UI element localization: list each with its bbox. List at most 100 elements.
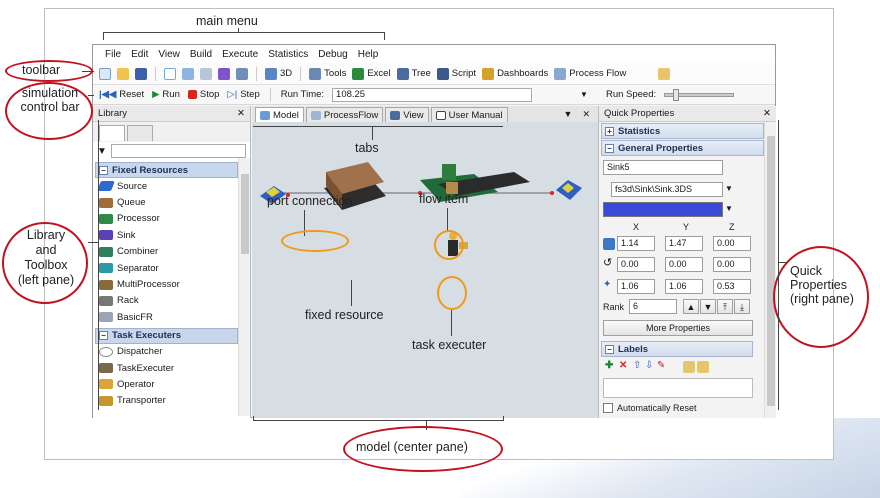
connect-icon[interactable] — [182, 67, 194, 80]
add-label-icon[interactable]: ✚ — [605, 360, 613, 371]
menu-help[interactable]: Help — [358, 49, 379, 60]
tree-button[interactable]: Tree — [396, 67, 431, 80]
color-icon[interactable] — [218, 67, 230, 80]
select-tool-icon[interactable] — [236, 67, 248, 80]
rotation-y-field[interactable]: 0.00 — [665, 257, 703, 272]
run-time-field[interactable]: 108.25 — [332, 87, 533, 102]
paste-label-icon[interactable] — [697, 361, 709, 373]
library-item[interactable]: BasicFR — [93, 309, 250, 325]
rank-bottom-button[interactable]: ⤓ — [734, 299, 750, 314]
filter-input[interactable] — [110, 144, 246, 158]
run-speed-slider[interactable] — [664, 88, 735, 101]
library-item[interactable]: Source — [93, 178, 250, 194]
close-icon[interactable]: ✕ — [582, 109, 590, 120]
menu-build[interactable]: Build — [190, 49, 212, 60]
library-item[interactable]: Rack — [93, 293, 250, 309]
color-dropdown-icon[interactable]: ▼ — [725, 204, 733, 213]
library-item[interactable]: MultiProcessor — [93, 276, 250, 292]
rank-up-button[interactable]: ▲ — [683, 299, 699, 314]
quick-properties-scrollbar[interactable] — [764, 122, 776, 418]
menu-view[interactable]: View — [158, 49, 180, 60]
more-properties-button[interactable]: More Properties — [603, 320, 753, 336]
library-item[interactable]: Transporter — [93, 393, 250, 409]
menu-statistics[interactable]: Statistics — [268, 49, 308, 60]
position-x-field[interactable]: 1.14 — [617, 236, 655, 251]
close-icon[interactable]: ✕ — [763, 108, 771, 119]
library-item[interactable]: Operator — [93, 376, 250, 392]
rotation-x-field[interactable]: 0.00 — [617, 257, 655, 272]
3d-model-view[interactable] — [252, 122, 598, 418]
move-down-icon[interactable]: ⇩ — [645, 360, 653, 371]
tab-model[interactable]: Model — [255, 107, 304, 122]
menu-execute[interactable]: Execute — [222, 49, 258, 60]
auto-reset-checkbox[interactable] — [603, 403, 613, 413]
library-item[interactable]: TaskExecuter — [93, 360, 250, 376]
folder-icon[interactable] — [658, 67, 671, 80]
size-z-field[interactable]: 0.53 — [713, 279, 751, 294]
collapse-icon[interactable]: − — [605, 344, 614, 354]
delete-label-icon[interactable]: ✕ — [619, 360, 627, 371]
reset-button[interactable]: |◀◀ Reset — [99, 89, 144, 100]
color-swatch[interactable] — [603, 202, 723, 217]
section-labels[interactable]: − Labels — [601, 341, 753, 357]
run-button[interactable]: ▶ Run — [152, 89, 180, 100]
section-statistics[interactable]: + Statistics — [601, 123, 764, 139]
scrollbar-thumb[interactable] — [767, 136, 775, 406]
expand-icon[interactable]: + — [605, 126, 614, 136]
tab-processflow[interactable]: ProcessFlow — [305, 107, 384, 122]
library-item[interactable]: Combiner — [93, 244, 250, 260]
script-button[interactable]: Script — [436, 67, 476, 80]
copy-label-icon[interactable] — [683, 361, 695, 373]
pointer-icon[interactable] — [164, 67, 176, 80]
tab-user-manual[interactable]: User Manual — [430, 107, 508, 122]
position-y-field[interactable]: 1.47 — [665, 236, 703, 251]
size-x-field[interactable]: 1.06 — [617, 279, 655, 294]
tools-button[interactable]: Tools — [309, 67, 346, 80]
open-folder-icon[interactable] — [117, 67, 129, 80]
menu-file[interactable]: File — [105, 49, 121, 60]
menu-edit[interactable]: Edit — [131, 49, 148, 60]
rank-field[interactable]: 6 — [629, 299, 677, 314]
close-icon[interactable]: ✕ — [237, 108, 245, 119]
pin-icon[interactable]: ✎ — [657, 360, 665, 371]
shape-dropdown-icon[interactable]: ▼ — [725, 184, 733, 193]
labels-table[interactable] — [603, 378, 753, 398]
rotation-z-field[interactable]: 0.00 — [713, 257, 751, 272]
tab-view[interactable]: View — [385, 107, 429, 122]
collapse-icon[interactable]: − — [605, 143, 614, 153]
library-item[interactable]: Dispatcher — [93, 344, 250, 360]
rank-down-button[interactable]: ▼ — [700, 299, 716, 314]
library-scrollbar[interactable] — [238, 158, 250, 416]
section-general-properties[interactable]: − General Properties — [601, 140, 764, 156]
object-name-field[interactable]: Sink5 — [603, 160, 723, 175]
size-y-field[interactable]: 1.06 — [665, 279, 703, 294]
menu-debug[interactable]: Debug — [318, 49, 347, 60]
rank-top-button[interactable]: ⤒ — [717, 299, 733, 314]
collapse-icon[interactable]: − — [99, 331, 108, 341]
save-icon[interactable] — [135, 67, 147, 80]
excel-button[interactable]: Excel — [352, 67, 391, 80]
library-item[interactable]: Processor — [93, 211, 250, 227]
step-button[interactable]: ▷| Step — [227, 89, 259, 100]
run-speed-thumb[interactable] — [673, 88, 680, 101]
library-tab-toolbox[interactable] — [127, 125, 153, 141]
run-time-dropdown-icon[interactable]: ▼ — [580, 90, 588, 99]
disconnect-icon[interactable] — [200, 67, 212, 80]
new-file-icon[interactable] — [99, 67, 111, 80]
tab-dropdown-icon[interactable]: ▼ — [564, 109, 573, 120]
position-z-field[interactable]: 0.00 — [713, 236, 751, 251]
shape-field[interactable]: fs3d\Sink\Sink.3DS — [611, 182, 723, 197]
process-flow-button[interactable]: Process Flow — [554, 67, 626, 80]
library-item[interactable]: Queue — [93, 194, 250, 210]
library-group-fixed-resources[interactable]: − Fixed Resources — [95, 162, 238, 178]
3d-button[interactable]: 3D — [265, 67, 292, 80]
library-item[interactable]: Sink — [93, 227, 250, 243]
dashboards-button[interactable]: Dashboards — [482, 67, 548, 80]
library-tab-objects[interactable] — [99, 125, 125, 141]
library-item[interactable]: Separator — [93, 260, 250, 276]
scrollbar-thumb[interactable] — [241, 174, 249, 254]
stop-button[interactable]: Stop — [187, 89, 219, 100]
library-group-task-executers[interactable]: − Task Executers — [95, 327, 238, 344]
collapse-icon[interactable]: − — [99, 165, 108, 175]
move-up-icon[interactable]: ⇧ — [633, 360, 641, 371]
